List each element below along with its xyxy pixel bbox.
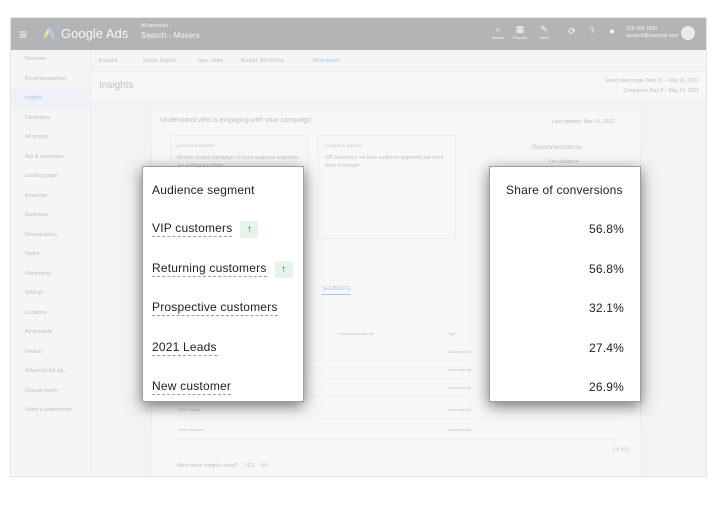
reports-icon: ▦ xyxy=(515,24,525,34)
column-header-type[interactable]: Type xyxy=(448,331,457,336)
top-bar: ≡ Google Ads All accounts › Search - Mov… xyxy=(11,18,706,50)
account-path[interactable]: All accounts › xyxy=(141,23,171,29)
share-value: 26.9% xyxy=(588,380,624,394)
segment-name[interactable]: 2021 Leads xyxy=(152,340,217,356)
search-icon: ⌕ xyxy=(495,24,501,34)
sidebar-item[interactable]: Campaigns xyxy=(11,109,90,129)
trend-up-icon: ↑ xyxy=(240,220,259,238)
budget-filter[interactable]: Budget: $60.00/day xyxy=(241,58,284,64)
eligibility-filter[interactable]: Status: Eligible xyxy=(143,58,176,64)
card-heading: Understand who is engaging with your cam… xyxy=(160,117,311,124)
segment-name[interactable]: VIP customers xyxy=(152,221,233,237)
google-ads-logo-icon xyxy=(43,27,55,39)
share-value: 27.4% xyxy=(588,341,624,355)
share-of-conversions-popup: Share of conversions 56.8% 56.8% 32.1% 27.4… xyxy=(489,166,641,402)
sidebar-item[interactable]: Change history xyxy=(11,382,90,402)
notifications-icon[interactable]: ● xyxy=(603,26,621,46)
help-icon[interactable]: ? xyxy=(583,26,601,46)
page-header: Insights Select date range: May 15 – May… xyxy=(91,72,706,102)
type-filter[interactable]: Type: Video xyxy=(197,58,223,64)
insight-tile[interactable]: AUDIENCE INSIGHT VIP customers +4 more a… xyxy=(318,135,456,239)
date-range-picker[interactable]: Select date range: May 15 – May 21, 2022… xyxy=(559,76,699,96)
sidebar-item[interactable]: Advanced bid adj. xyxy=(11,362,90,382)
sidebar: Overview Recommendations Insights Campaigns… xyxy=(11,50,91,476)
last-updated: Last updated: May 24, 2022 xyxy=(552,119,614,125)
brand-name: Google Ads xyxy=(61,26,129,41)
sidebar-item[interactable]: Devices xyxy=(11,343,90,363)
table-row[interactable]: 2021 Leads Customer list xyxy=(177,401,617,419)
tab-segments[interactable]: SEGMENTS xyxy=(322,286,351,295)
sidebar-item[interactable]: Topics xyxy=(11,245,90,265)
tools-icon: ✎ xyxy=(540,24,548,34)
feedback-prompt: Were these insights useful? YES NO xyxy=(177,463,268,469)
reports-tool-button[interactable]: ▦ Reports xyxy=(511,24,529,44)
pagination-label: 1-5 of 5 xyxy=(612,447,629,453)
segment-row: 2021 Leads xyxy=(152,338,217,358)
table-row[interactable]: New customer Customer list xyxy=(177,421,617,439)
sidebar-item[interactable]: Drafts & experiments xyxy=(11,401,90,421)
yes-link[interactable]: YES xyxy=(244,463,254,469)
refresh-icon[interactable]: ⟳ xyxy=(563,26,581,46)
menu-icon[interactable]: ≡ xyxy=(19,26,27,42)
account-info[interactable]: 123-456-7890 account@example.com xyxy=(626,26,678,40)
sidebar-item[interactable]: Ads & extensions xyxy=(11,148,90,168)
recommendation-item[interactable]: Use audience xyxy=(548,159,579,165)
share-of-conversions-header: Share of conversions xyxy=(506,183,623,197)
sidebar-item[interactable]: Overview xyxy=(11,50,90,70)
search-tool-button[interactable]: ⌕ Search xyxy=(489,24,507,44)
sidebar-item[interactable]: Landing pages xyxy=(11,167,90,187)
column-header-conversion-rate[interactable]: Conversion rate rate xyxy=(338,331,374,336)
sidebar-item[interactable]: Recommendations xyxy=(11,70,90,90)
recommendations-heading: Recommendations xyxy=(532,145,583,151)
filter-bar: Enabled Status: Eligible Type: Video Bud… xyxy=(91,50,706,72)
sidebar-item[interactable]: Placements xyxy=(11,265,90,285)
sidebar-item[interactable]: Keywords xyxy=(11,187,90,207)
audience-segment-popup: Audience segment VIP customers ↑ Returning… xyxy=(142,166,304,402)
segment-name[interactable]: Returning customers xyxy=(152,261,267,277)
page-title: Insights xyxy=(99,80,134,91)
sidebar-item[interactable]: Locations xyxy=(11,304,90,324)
tools-tool-button[interactable]: ✎ Tools xyxy=(535,24,553,44)
segment-name[interactable]: Prospective customers xyxy=(152,300,278,316)
sidebar-item[interactable]: Audiences xyxy=(11,206,90,226)
avatar[interactable] xyxy=(681,26,695,40)
segment-row: VIP customers ↑ xyxy=(152,219,259,239)
segment-name[interactable]: New customer xyxy=(152,379,232,395)
status-filter[interactable]: Enabled xyxy=(99,58,117,64)
campaign-name[interactable]: Search - Movers xyxy=(141,31,200,40)
audience-segment-header: Audience segment xyxy=(152,183,255,197)
sidebar-item[interactable]: Demographics xyxy=(11,226,90,246)
sidebar-item[interactable]: Insights xyxy=(11,89,90,109)
no-link[interactable]: NO xyxy=(260,463,268,469)
share-value: 56.8% xyxy=(588,262,624,276)
sidebar-item[interactable]: Ad schedule xyxy=(11,323,90,343)
sidebar-item[interactable]: Ad groups xyxy=(11,128,90,148)
sidebar-item[interactable]: Settings xyxy=(11,284,90,304)
segment-row: Prospective customers xyxy=(152,298,278,318)
segment-row: Returning customers ↑ xyxy=(152,259,293,279)
more-details-link[interactable]: More details xyxy=(313,58,340,64)
segment-row: New customer xyxy=(152,377,232,397)
trend-up-icon: ↑ xyxy=(274,260,293,278)
share-value: 32.1% xyxy=(588,301,624,315)
share-value: 56.8% xyxy=(588,222,624,236)
